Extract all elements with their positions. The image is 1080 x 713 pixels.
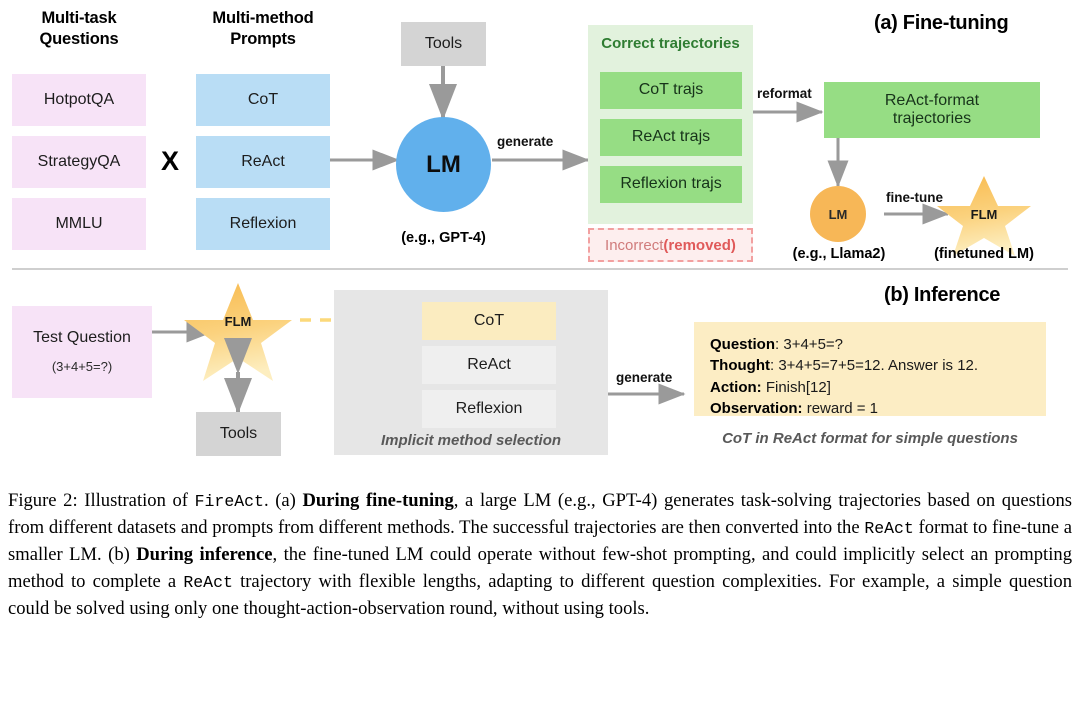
tools-box-top: Tools xyxy=(401,22,486,66)
header-multitask-questions: Multi-task Questions xyxy=(12,8,146,49)
caption-mono-react-1: ReAct xyxy=(864,518,914,538)
cross-product-symbol: X xyxy=(160,146,179,177)
output-line-thought: Thought: 3+4+5=7+5=12. Answer is 12. xyxy=(710,355,1032,376)
selector-box-react: ReAct xyxy=(422,346,556,384)
caption-bold-inference: During inference xyxy=(136,543,273,565)
reformat-label: reformat xyxy=(757,86,812,101)
section-a-title: (a) Fine-tuning xyxy=(874,12,1009,34)
selector-box-reflexion: Reflexion xyxy=(422,390,556,428)
incorrect-trajectories-box: Incorrect (removed) xyxy=(588,228,753,262)
lm-circle-note: (e.g., GPT-4) xyxy=(401,229,486,246)
react-format-line-2: trajectories xyxy=(892,110,972,127)
implicit-method-selection-note: Implicit method selection xyxy=(380,432,562,450)
header-multimethod-prompts: Multi-method Prompts xyxy=(196,8,330,49)
prompt-box-cot: CoT xyxy=(196,74,330,126)
caption-part-2: . (a) xyxy=(263,490,303,511)
output-line-observation: Observation: reward = 1 xyxy=(710,398,1032,419)
output-line-question: Question: 3+4+5=? xyxy=(710,334,1032,355)
header-line-1: Multi-task xyxy=(41,9,117,27)
lm-circle-llama2: LM xyxy=(810,186,866,242)
incorrect-label: Incorrect xyxy=(605,236,664,254)
caption-mono-fireact: FireAct xyxy=(194,492,264,511)
section-b-title: (b) Inference xyxy=(884,284,1001,306)
inference-output-note: CoT in ReAct format for simple questions xyxy=(722,430,1018,448)
output-label-thought: Thought xyxy=(710,357,770,375)
output-text-thought: 3+4+5=7+5=12. Answer is 12. xyxy=(778,357,979,375)
react-format-line-1: ReAct-format xyxy=(884,91,980,109)
flm-note-a: (finetuned LM) xyxy=(934,245,1034,262)
test-question-title: Test Question xyxy=(33,329,131,347)
dataset-box-strategyqa: StrategyQA xyxy=(12,136,146,188)
output-label-question: Question xyxy=(710,336,776,353)
prompt-box-react: ReAct xyxy=(196,136,330,188)
figure-illustration: Multi-task Questions Multi-method Prompt… xyxy=(0,0,1080,470)
trajectory-box-reflexion: Reflexion trajs xyxy=(600,166,742,203)
output-text-action: Finish[12] xyxy=(765,378,831,396)
trajectory-box-cot: CoT trajs xyxy=(600,72,742,109)
header-line-2: Prompts xyxy=(230,29,296,48)
react-format-trajectories-box: ReAct-format trajectories xyxy=(824,82,1040,138)
test-question-box: Test Question (3+4+5=?) xyxy=(12,306,152,398)
caption-part-1: Figure 2: Illustration of xyxy=(8,490,195,511)
flm-label-b: FLM xyxy=(224,313,252,329)
caption-bold-finetuning: During fine-tuning xyxy=(302,490,454,511)
selector-box-cot: CoT xyxy=(422,302,556,340)
dataset-box-mmlu: MMLU xyxy=(12,198,146,250)
header-line-2: Questions xyxy=(39,29,119,48)
finetune-label: fine-tune xyxy=(886,190,943,205)
output-line-action: Action: Finish[12] xyxy=(710,377,1032,398)
output-text-observation: reward = 1 xyxy=(806,399,878,417)
generate-label-finetuning: generate xyxy=(497,134,554,149)
generate-label-inference: generate xyxy=(616,370,673,385)
output-label-observation: Observation: xyxy=(710,399,803,417)
correct-trajectories-title: Correct trajectories xyxy=(601,35,740,53)
lm-circle-gpt4: LM xyxy=(396,117,491,212)
dataset-box-hotpotqa: HotpotQA xyxy=(12,74,146,126)
trajectory-box-react: ReAct trajs xyxy=(600,119,742,156)
figure-caption: Figure 2: Illustration of FireAct. (a) D… xyxy=(8,488,1072,623)
inference-output-box: Question: 3+4+5=? Thought: 3+4+5=7+5=12.… xyxy=(694,322,1046,419)
tools-box-bottom: Tools xyxy=(196,412,281,456)
header-line-1: Multi-method xyxy=(212,9,314,27)
prompt-box-reflexion: Reflexion xyxy=(196,198,330,250)
lm-small-note: (e.g., Llama2) xyxy=(792,245,886,262)
test-question-sub: (3+4+5=?) xyxy=(51,358,113,374)
output-text-question: 3+4+5=? xyxy=(783,336,844,353)
caption-mono-react-2: ReAct xyxy=(183,572,233,592)
flm-label-a: FLM xyxy=(970,206,998,222)
removed-label: (removed) xyxy=(663,236,736,254)
output-label-action: Action: xyxy=(710,378,762,396)
flm-star-b xyxy=(184,283,292,381)
